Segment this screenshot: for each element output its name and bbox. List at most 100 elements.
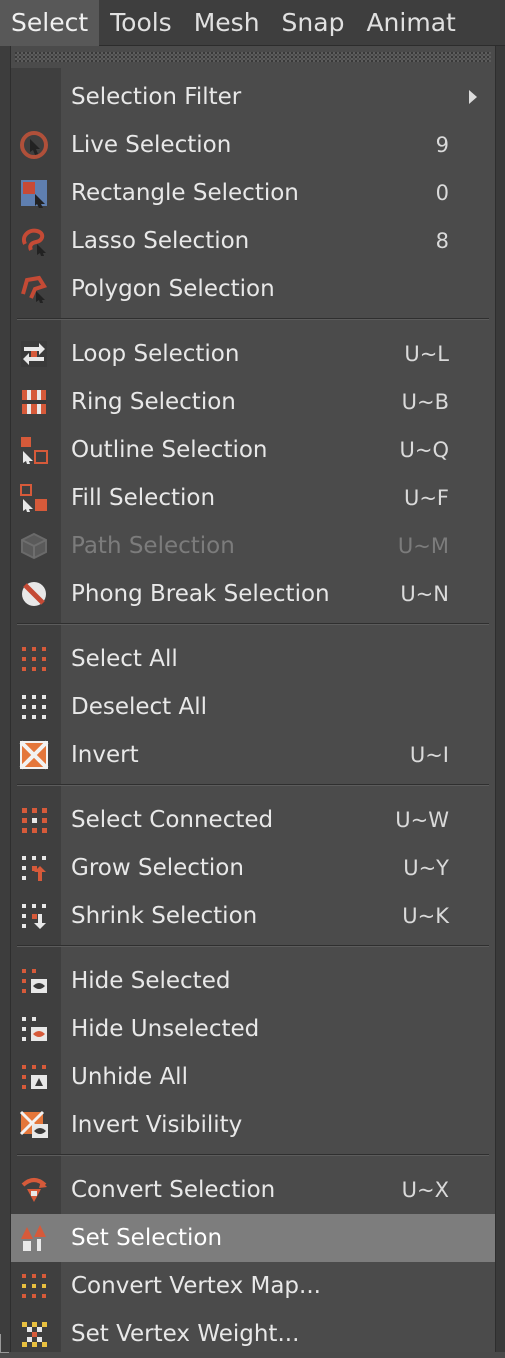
menu-item-label: Shrink Selection — [71, 903, 258, 929]
menu-item-shortcut: U~N — [400, 582, 449, 606]
fill-selection-icon — [20, 484, 47, 512]
menu-item-shrink-selection[interactable]: Shrink Selection U~K — [11, 892, 495, 940]
window-corner-mark — [0, 1334, 9, 1353]
menu-item-hide-selected[interactable]: Hide Selected — [11, 957, 495, 1005]
menu-item-deselect-all[interactable]: Deselect All — [11, 683, 495, 731]
menu-item-set-selection[interactable]: Set Selection — [11, 1214, 495, 1262]
menu-item-label: Live Selection — [71, 132, 232, 158]
invert-visibility-icon — [19, 1110, 48, 1138]
menu-animate[interactable]: Animat — [355, 0, 466, 46]
menu-item-label: Loop Selection — [71, 341, 240, 367]
menu-item-label: Convert Vertex Map... — [71, 1273, 321, 1299]
menu-item-label: Lasso Selection — [71, 228, 250, 254]
menu-tools[interactable]: Tools — [99, 0, 183, 46]
menu-item-fill-selection[interactable]: Fill Selection U~F — [11, 474, 495, 522]
select-all-icon — [22, 647, 46, 671]
menu-item-label: Select Connected — [71, 807, 274, 833]
menu-item-rectangle-selection[interactable]: Rectangle Selection 0 — [11, 169, 495, 217]
menu-item-label: Invert — [71, 742, 139, 768]
live-selection-icon — [20, 131, 48, 159]
hide-unselected-icon — [22, 1017, 47, 1041]
invert-icon — [19, 740, 49, 770]
menu-item-grow-selection[interactable]: Grow Selection U~Y — [11, 844, 495, 892]
menu-item-select-all[interactable]: Select All — [11, 635, 495, 683]
menu-item-phong-break-selection[interactable]: Phong Break Selection U~N — [11, 570, 495, 618]
convert-selection-icon — [21, 1178, 47, 1202]
menu-item-shortcut: U~B — [401, 390, 449, 414]
deselect-all-icon — [22, 695, 46, 719]
menu-item-label: Phong Break Selection — [71, 581, 330, 607]
menu-item-invert-visibility[interactable]: Invert Visibility — [11, 1101, 495, 1149]
menu-select[interactable]: Select — [0, 0, 100, 46]
menu-item-label: Deselect All — [71, 694, 208, 720]
unhide-all-icon — [22, 1065, 47, 1089]
menu-item-label: Path Selection — [71, 533, 235, 559]
menu-item-label: Rectangle Selection — [71, 180, 299, 206]
menu-item-label: Convert Selection — [71, 1177, 276, 1203]
menu-item-label: Outline Selection — [71, 437, 268, 463]
menu-separator — [17, 318, 489, 320]
background-panel-left — [0, 46, 10, 1352]
menu-item-shortcut: 9 — [435, 133, 449, 157]
menu-item-label: Selection Filter — [71, 84, 242, 110]
menu-item-hide-unselected[interactable]: Hide Unselected — [11, 1005, 495, 1053]
menu-item-label: Grow Selection — [71, 855, 244, 881]
menu-item-invert[interactable]: Invert U~I — [11, 731, 495, 779]
menu-item-select-connected[interactable]: Select Connected U~W — [11, 796, 495, 844]
menu-mesh[interactable]: Mesh — [183, 0, 271, 46]
rectangle-selection-icon — [21, 180, 47, 208]
menu-item-polygon-selection[interactable]: Polygon Selection — [11, 265, 495, 313]
polygon-selection-icon — [21, 275, 48, 303]
menu-item-outline-selection[interactable]: Outline Selection U~Q — [11, 426, 495, 474]
convert-vertex-map-icon — [22, 1274, 46, 1298]
select-connected-icon — [22, 808, 47, 833]
menu-item-shortcut: U~L — [404, 342, 449, 366]
set-vertex-weight-icon — [22, 1322, 47, 1347]
menu-item-label: Ring Selection — [71, 389, 236, 415]
tear-off-handle[interactable] — [15, 52, 491, 62]
shrink-selection-icon — [22, 904, 46, 929]
menu-item-path-selection[interactable]: Path Selection U~M — [11, 522, 495, 570]
menu-item-shortcut: U~I — [409, 743, 449, 767]
menu-item-label: Polygon Selection — [71, 276, 275, 302]
menu-item-shortcut: U~M — [397, 534, 449, 558]
menu-item-ring-selection[interactable]: Ring Selection U~B — [11, 378, 495, 426]
menu-item-lasso-selection[interactable]: Lasso Selection 8 — [11, 217, 495, 265]
menu-separator — [17, 945, 489, 947]
menu-bar: Select Tools Mesh Snap Animat — [0, 0, 505, 46]
loop-selection-icon — [21, 341, 47, 367]
background-panel-right — [496, 46, 505, 1352]
path-selection-icon — [21, 532, 47, 560]
phong-break-selection-icon — [22, 582, 46, 606]
select-dropdown-menu: Selection Filter Live Selection 9 Rectan… — [10, 46, 496, 1352]
menu-item-set-vertex-weight[interactable]: Set Vertex Weight... — [11, 1310, 495, 1358]
menu-separator — [17, 784, 489, 786]
menu-snap[interactable]: Snap — [271, 0, 356, 46]
outline-selection-icon — [21, 437, 48, 464]
menu-separator — [17, 623, 489, 625]
menu-item-shortcut: U~W — [395, 808, 449, 832]
menu-item-label: Select All — [71, 646, 178, 672]
menu-item-label: Invert Visibility — [71, 1112, 243, 1138]
lasso-selection-icon — [22, 228, 46, 256]
menu-item-label: Hide Selected — [71, 968, 231, 994]
menu-item-unhide-all[interactable]: Unhide All — [11, 1053, 495, 1101]
menu-item-shortcut: U~K — [402, 904, 449, 928]
submenu-arrow-icon — [469, 90, 477, 104]
menu-item-selection-filter[interactable]: Selection Filter — [11, 73, 495, 121]
menu-item-label: Set Selection — [71, 1225, 223, 1251]
menu-item-label: Fill Selection — [71, 485, 216, 511]
grow-selection-icon — [22, 856, 46, 881]
ring-selection-icon — [22, 390, 46, 414]
menu-item-live-selection[interactable]: Live Selection 9 — [11, 121, 495, 169]
menu-item-convert-selection[interactable]: Convert Selection U~X — [11, 1166, 495, 1214]
menu-separator — [17, 1154, 489, 1156]
menu-item-shortcut: 0 — [435, 181, 449, 205]
menu-item-shortcut: U~Y — [403, 856, 449, 880]
menu-item-label: Set Vertex Weight... — [71, 1321, 300, 1347]
set-selection-icon — [21, 1225, 46, 1251]
menu-item-loop-selection[interactable]: Loop Selection U~L — [11, 330, 495, 378]
menu-item-shortcut: 8 — [435, 229, 449, 253]
hide-selected-icon — [22, 969, 47, 993]
menu-item-convert-vertex-map[interactable]: Convert Vertex Map... — [11, 1262, 495, 1310]
